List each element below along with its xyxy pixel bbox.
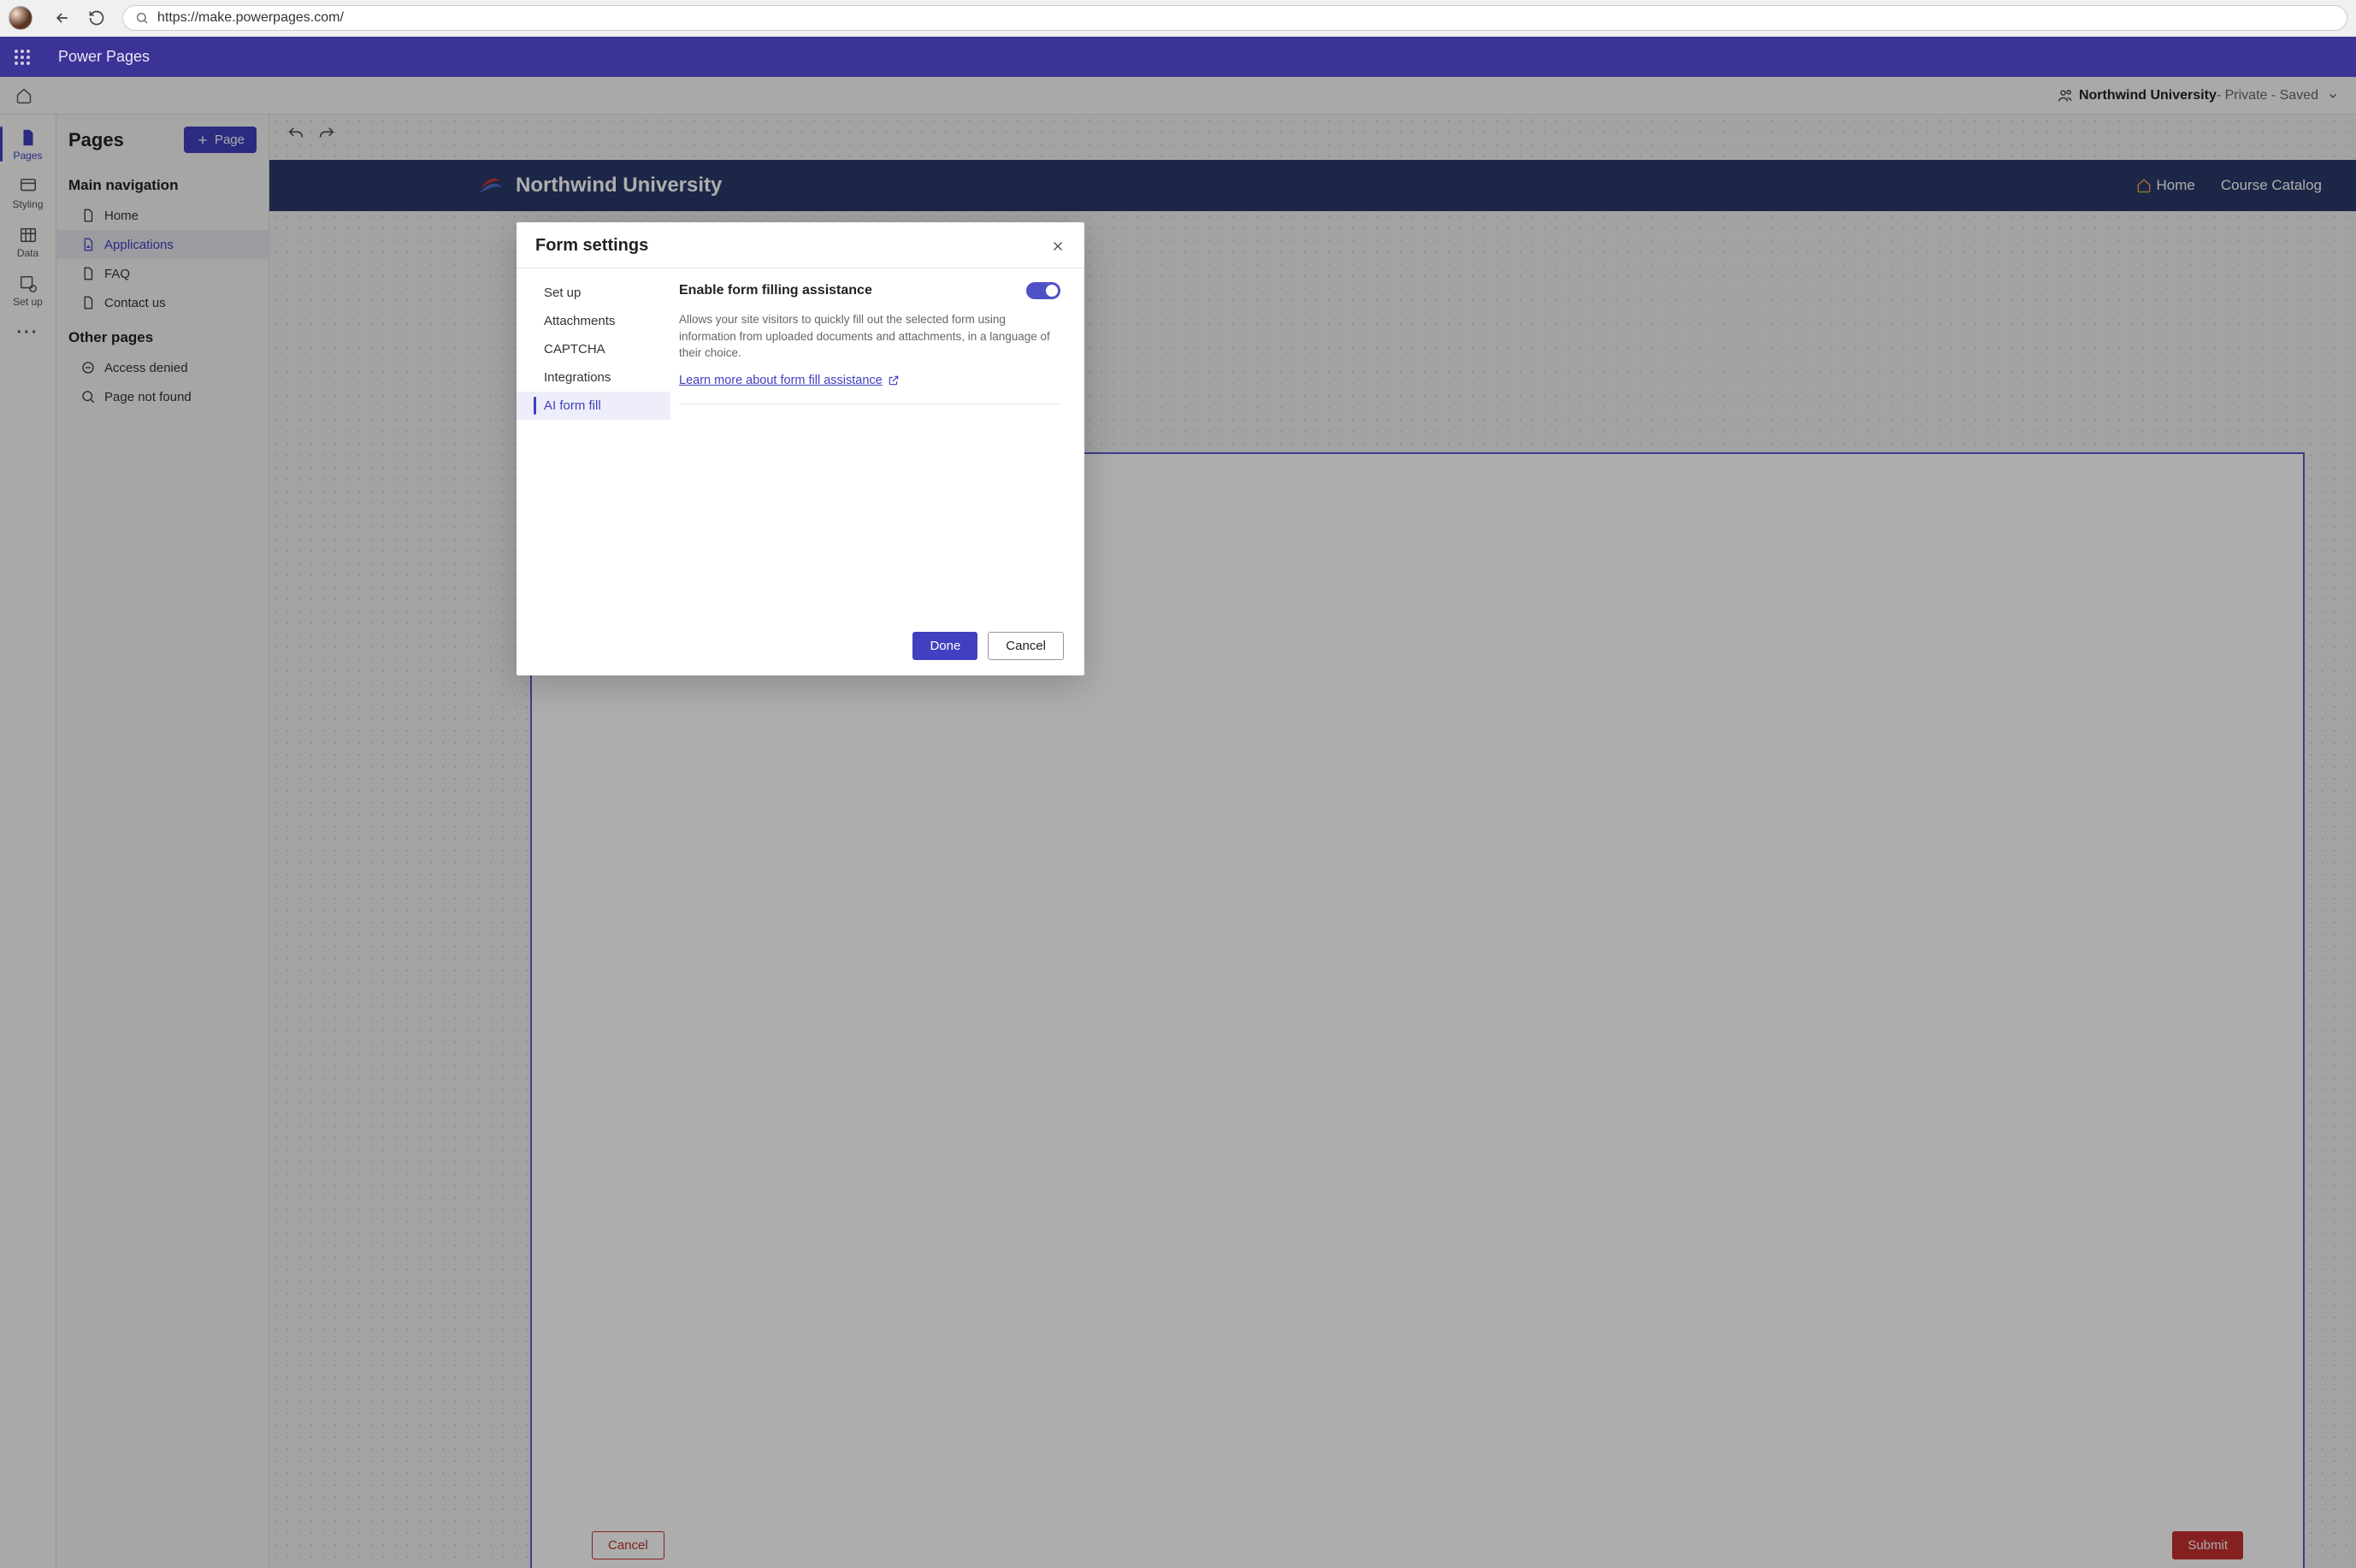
modal-tab-list: Set up Attachments CAPTCHA Integrations … [517,268,670,620]
url-text: https://make.powerpages.com/ [157,10,344,26]
app-header: Power Pages [0,37,2356,77]
tab-integrations[interactable]: Integrations [517,363,670,392]
external-link-icon [888,374,900,386]
tab-setup[interactable]: Set up [517,279,670,307]
modal-title: Form settings [535,236,648,256]
tab-attachments[interactable]: Attachments [517,307,670,335]
enable-form-fill-toggle[interactable] [1026,282,1060,299]
setting-title: Enable form filling assistance [679,283,872,298]
done-button[interactable]: Done [912,632,977,660]
app-title: Power Pages [58,48,150,66]
address-bar[interactable]: https://make.powerpages.com/ [122,5,2347,31]
close-button[interactable] [1050,239,1066,254]
browser-toolbar: https://make.powerpages.com/ [0,0,2356,37]
cancel-button[interactable]: Cancel [988,632,1064,660]
tab-captcha[interactable]: CAPTCHA [517,335,670,363]
learn-more-link[interactable]: Learn more about form fill assistance [679,374,900,387]
modal-overlay: Form settings Set up Attachments CAPTCHA… [0,77,2356,1568]
profile-avatar[interactable] [9,6,32,30]
search-icon [135,11,149,25]
form-settings-modal: Form settings Set up Attachments CAPTCHA… [517,222,1084,675]
waffle-icon[interactable] [12,47,32,68]
back-button[interactable] [45,1,80,35]
tab-ai-form-fill[interactable]: AI form fill [517,392,670,420]
refresh-button[interactable] [80,1,114,35]
setting-description: Allows your site visitors to quickly fil… [679,311,1060,362]
